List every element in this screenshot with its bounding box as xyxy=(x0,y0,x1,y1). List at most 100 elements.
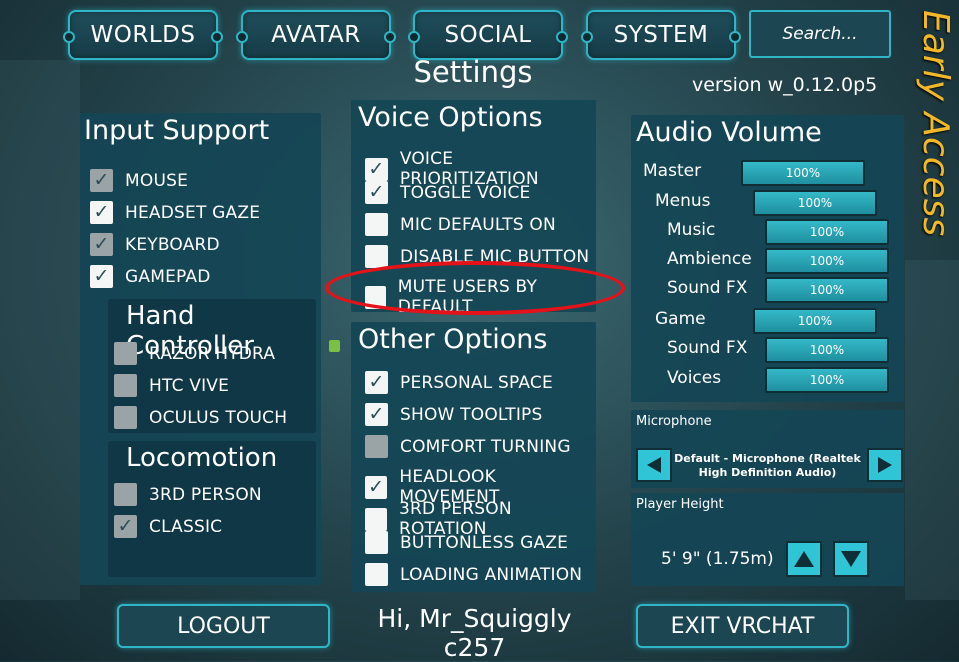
other-options-title: Other Options xyxy=(358,324,548,355)
arrow-down-icon xyxy=(841,551,861,567)
volume-label-menus: Menus xyxy=(655,191,711,211)
option-buttonless-gaze[interactable]: BUTTONLESS GAZE xyxy=(365,531,568,554)
checkbox-icon[interactable] xyxy=(114,342,137,365)
volume-label-sound-fx: Sound FX xyxy=(667,338,748,358)
volume-label-voices: Voices xyxy=(667,368,722,388)
option-headset-gaze[interactable]: ✓ HEADSET GAZE xyxy=(90,201,260,224)
checkbox-icon[interactable] xyxy=(365,213,388,236)
checkbox-icon[interactable] xyxy=(365,245,388,268)
early-access-badge: Early Access xyxy=(915,10,956,237)
option-toggle-voice[interactable]: ✓ TOGGLE VOICE xyxy=(365,181,530,204)
mic-next-button[interactable] xyxy=(867,448,903,482)
option-gamepad[interactable]: ✓ GAMEPAD xyxy=(90,265,211,288)
option-comfort-turning[interactable]: COMFORT TURNING xyxy=(365,435,571,458)
option-label: PERSONAL SPACE xyxy=(400,372,553,393)
volume-label-sound-fx: Sound FX xyxy=(667,278,748,298)
avatar-tab[interactable]: AVATAR xyxy=(236,10,396,60)
option-oculus-touch[interactable]: OCULUS TOUCH xyxy=(114,406,287,429)
option-label: HEADSET GAZE xyxy=(125,202,261,223)
input-support-title: Input Support xyxy=(84,115,270,146)
checkbox-icon[interactable] xyxy=(114,374,137,397)
checkbox-icon[interactable]: ✓ xyxy=(90,169,113,192)
height-down-button[interactable] xyxy=(833,541,869,577)
microphone-panel: Microphone Default - Microphone (Realtek… xyxy=(631,410,904,488)
checkbox-icon[interactable]: ✓ xyxy=(365,181,388,204)
option-mic-defaults-on[interactable]: MIC DEFAULTS ON xyxy=(365,213,556,236)
mic-device-line1: Default - Microphone (Realtek xyxy=(674,452,861,465)
checkbox-icon[interactable] xyxy=(365,531,388,554)
background-wall-left xyxy=(0,60,80,600)
page-title: Settings xyxy=(413,55,533,89)
hand-controller-section: Hand Controller RAZOR HYDRA HTC VIVE OCULU… xyxy=(108,299,316,433)
option-3rd-person[interactable]: 3RD PERSON xyxy=(114,483,262,506)
volume-slider[interactable]: 100% xyxy=(765,277,889,303)
option-label: RAZOR HYDRA xyxy=(149,343,276,364)
option-label: LOADING ANIMATION xyxy=(400,564,583,585)
option-keyboard[interactable]: ✓ KEYBOARD xyxy=(90,233,220,256)
volume-slider[interactable]: 100% xyxy=(753,308,877,334)
logout-button[interactable]: LOGOUT xyxy=(117,604,330,648)
checkbox-icon[interactable]: ✓ xyxy=(365,371,388,394)
option-loading-animation[interactable]: LOADING ANIMATION xyxy=(365,563,582,586)
volume-label-game: Game xyxy=(655,309,706,329)
player-height-panel: Player Height 5' 9" (1.75m) xyxy=(631,493,904,586)
option-label: HTC VIVE xyxy=(149,375,230,396)
exit-vrchat-button[interactable]: EXIT VRCHAT xyxy=(636,604,849,648)
volume-label-music: Music xyxy=(667,220,716,240)
arrow-right-icon xyxy=(878,457,892,473)
checkbox-icon[interactable] xyxy=(365,435,388,458)
worlds-tab[interactable]: WORLDS xyxy=(63,10,223,60)
input-support-panel: Input Support ✓ MOUSE ✓ HEADSET GAZE ✓ KEYBOA… xyxy=(80,113,321,585)
system-tab[interactable]: SYSTEM xyxy=(581,10,741,60)
option-label: SHOW TOOLTIPS xyxy=(400,404,543,425)
mic-device-line2: High Definition Audio) xyxy=(698,466,837,479)
checkbox-icon[interactable] xyxy=(114,483,137,506)
volume-slider[interactable]: 100% xyxy=(765,367,889,393)
option-mouse[interactable]: ✓ MOUSE xyxy=(90,169,188,192)
option-label: GAMEPAD xyxy=(125,266,211,287)
arrow-left-icon xyxy=(647,457,661,473)
option-label: MIC DEFAULTS ON xyxy=(400,214,556,235)
option-label: 3RD PERSON xyxy=(149,484,262,505)
checkbox-icon[interactable]: ✓ xyxy=(365,475,388,499)
option-htc-vive[interactable]: HTC VIVE xyxy=(114,374,229,397)
checkbox-icon[interactable] xyxy=(365,563,388,586)
volume-slider[interactable]: 100% xyxy=(765,337,889,363)
voice-options-title: Voice Options xyxy=(358,102,543,133)
player-height-title: Player Height xyxy=(636,497,724,512)
option-label: OCULUS TOUCH xyxy=(149,407,288,428)
search-input[interactable]: Search... xyxy=(749,10,891,58)
checkbox-icon[interactable] xyxy=(114,406,137,429)
checkbox-icon[interactable]: ✓ xyxy=(90,201,113,224)
option-personal-space[interactable]: ✓ PERSONAL SPACE xyxy=(365,371,553,394)
checkbox-icon[interactable]: ✓ xyxy=(90,265,113,288)
arrow-up-icon xyxy=(794,551,814,567)
volume-slider[interactable]: 100% xyxy=(741,160,865,186)
social-tab[interactable]: SOCIAL xyxy=(408,10,568,60)
player-height-value: 5' 9" (1.75m) xyxy=(661,549,774,569)
option-label: BUTTONLESS GAZE xyxy=(400,532,569,553)
checkbox-icon[interactable]: ✓ xyxy=(90,233,113,256)
option-classic[interactable]: ✓ CLASSIC xyxy=(114,515,222,538)
option-show-tooltips[interactable]: ✓ SHOW TOOLTIPS xyxy=(365,403,543,426)
audio-volume-panel: Audio Volume Master 100% Menus 100% Music 100… xyxy=(631,115,904,402)
volume-slider[interactable]: 100% xyxy=(765,248,889,274)
audio-volume-title: Audio Volume xyxy=(636,117,822,148)
checkbox-icon[interactable]: ✓ xyxy=(365,157,388,181)
checkbox-icon[interactable]: ✓ xyxy=(365,403,388,426)
option-label: TOGGLE VOICE xyxy=(400,182,531,203)
height-up-button[interactable] xyxy=(786,541,822,577)
volume-label-ambience: Ambience xyxy=(667,249,752,269)
checkbox-icon[interactable]: ✓ xyxy=(114,515,137,538)
volume-slider[interactable]: 100% xyxy=(765,219,889,245)
option-razor-hydra[interactable]: RAZOR HYDRA xyxy=(114,342,275,365)
locomotion-section: Locomotion 3RD PERSON ✓ CLASSIC xyxy=(108,441,316,577)
background-wall-right xyxy=(905,260,959,600)
version-label: version w_0.12.0p5 xyxy=(692,74,878,96)
volume-slider[interactable]: 100% xyxy=(753,190,877,216)
mic-prev-button[interactable] xyxy=(636,448,672,482)
checkbox-icon[interactable] xyxy=(365,507,387,531)
option-label: CLASSIC xyxy=(149,516,223,537)
other-options-panel: Other Options ✓ PERSONAL SPACE ✓ SHOW TOOLT… xyxy=(351,322,596,592)
option-label: COMFORT TURNING xyxy=(400,436,571,457)
